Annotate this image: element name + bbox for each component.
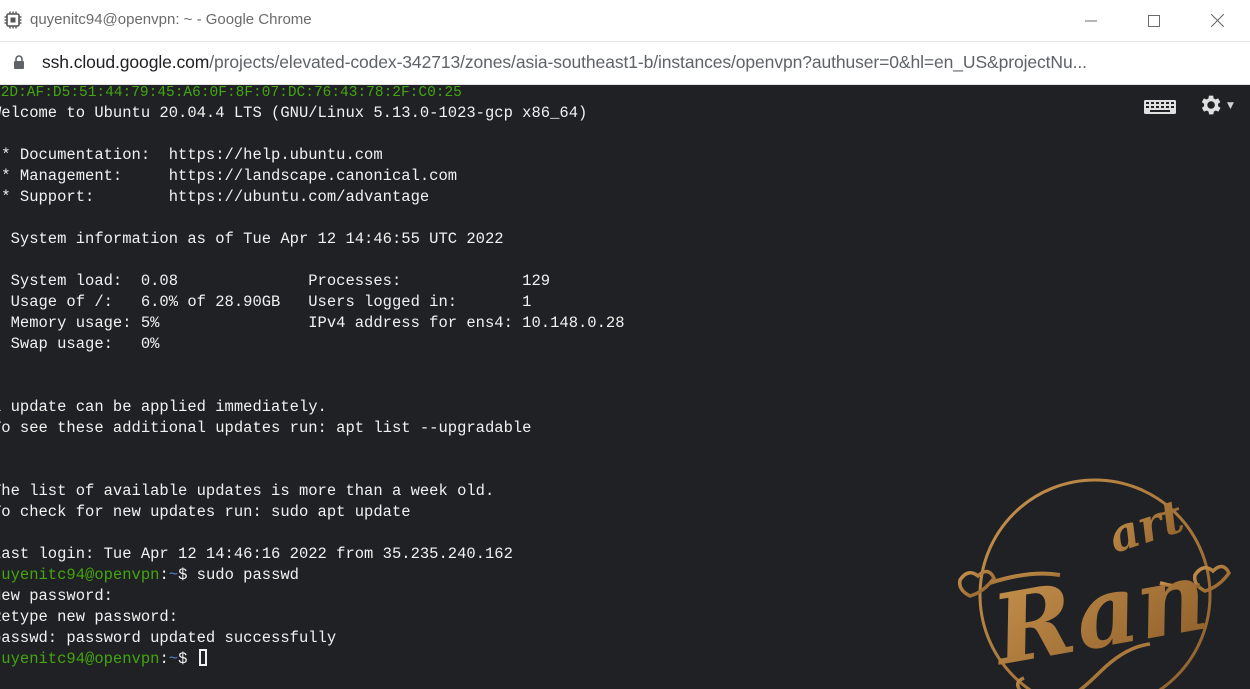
host-key-fingerprint: :2D:AF:D5:51:44:79:45:A6:0F:8F:07:DC:76:… — [0, 85, 462, 101]
terminal-line: * Management: https://landscape.canonica… — [0, 167, 458, 185]
text-cursor — [198, 649, 207, 666]
minimize-icon — [1085, 20, 1097, 21]
terminal-output-line: Retype new password: — [0, 608, 179, 626]
terminal-line: * Support: https://ubuntu.com/advantage — [0, 188, 430, 206]
minimize-button[interactable] — [1068, 0, 1114, 41]
prompt-path: ~ — [168, 650, 179, 668]
close-button[interactable] — [1194, 0, 1240, 41]
window-title: quyenitc94@openvpn: ~ - Google Chrome — [30, 11, 312, 28]
prompt-separator: : — [159, 566, 169, 584]
address-bar[interactable]: ssh.cloud.google.com/projects/elevated-c… — [0, 42, 1250, 85]
terminal[interactable]: :2D:AF:D5:51:44:79:45:A6:0F:8F:07:DC:76:… — [0, 85, 1250, 689]
terminal-line: Last login: Tue Apr 12 14:46:16 2022 fro… — [0, 545, 513, 563]
terminal-line: To see these additional updates run: apt… — [0, 419, 532, 437]
url-text[interactable]: ssh.cloud.google.com/projects/elevated-c… — [42, 52, 1087, 73]
keyboard-icon[interactable] — [1144, 100, 1176, 114]
terminal-line: To check for new updates run: sudo apt u… — [0, 503, 411, 521]
close-icon — [1210, 14, 1224, 27]
terminal-line: Usage of /: 6.0% of 28.90GB Users logged… — [0, 293, 532, 311]
prompt-line-2[interactable]: quyenitc94@openvpn:~$ — [0, 649, 207, 670]
prompt-separator: : — [159, 650, 169, 668]
prompt-symbol: $ — [178, 650, 197, 668]
terminal-line: * Documentation: https://help.ubuntu.com — [0, 146, 383, 164]
typed-command: sudo passwd — [196, 566, 299, 584]
app-chip-icon — [4, 11, 22, 29]
terminal-output-line: passwd: password updated successfully — [0, 629, 337, 647]
terminal-line: The list of available updates is more th… — [0, 482, 495, 500]
watermark-main-text: Ran — [982, 539, 1215, 688]
terminal-line: System load: 0.08 Processes: 129 — [0, 272, 551, 290]
settings-caret[interactable]: ▼ — [1227, 101, 1234, 111]
prompt-user: quyenitc94@openvpn — [0, 650, 160, 668]
prompt-path: ~ — [168, 566, 179, 584]
terminal-line: 1 update can be applied immediately. — [0, 398, 327, 416]
terminal-line: Welcome to Ubuntu 20.04.4 LTS (GNU/Linux… — [0, 104, 588, 122]
maximize-icon — [1148, 14, 1160, 27]
maximize-button[interactable] — [1131, 0, 1177, 41]
lock-icon[interactable] — [13, 55, 25, 69]
url-path: /projects/elevated-codex-342713/zones/as… — [209, 52, 1087, 72]
terminal-output-line: New password: — [0, 587, 113, 605]
terminal-line: System information as of Tue Apr 12 14:4… — [0, 230, 504, 248]
prompt-line-1: quyenitc94@openvpn:~$ sudo passwd — [0, 565, 299, 586]
prompt-symbol: $ — [178, 566, 197, 584]
prompt-user: quyenitc94@openvpn — [0, 566, 160, 584]
terminal-line: Memory usage: 5% IPv4 address for ens4: … — [0, 314, 625, 332]
gear-icon[interactable] — [1197, 92, 1223, 118]
watermark-logo: art Ran — [957, 478, 1232, 689]
url-domain: ssh.cloud.google.com — [42, 52, 210, 72]
title-bar: quyenitc94@openvpn: ~ - Google Chrome — [0, 0, 1250, 42]
terminal-line: Swap usage: 0% — [0, 335, 160, 353]
